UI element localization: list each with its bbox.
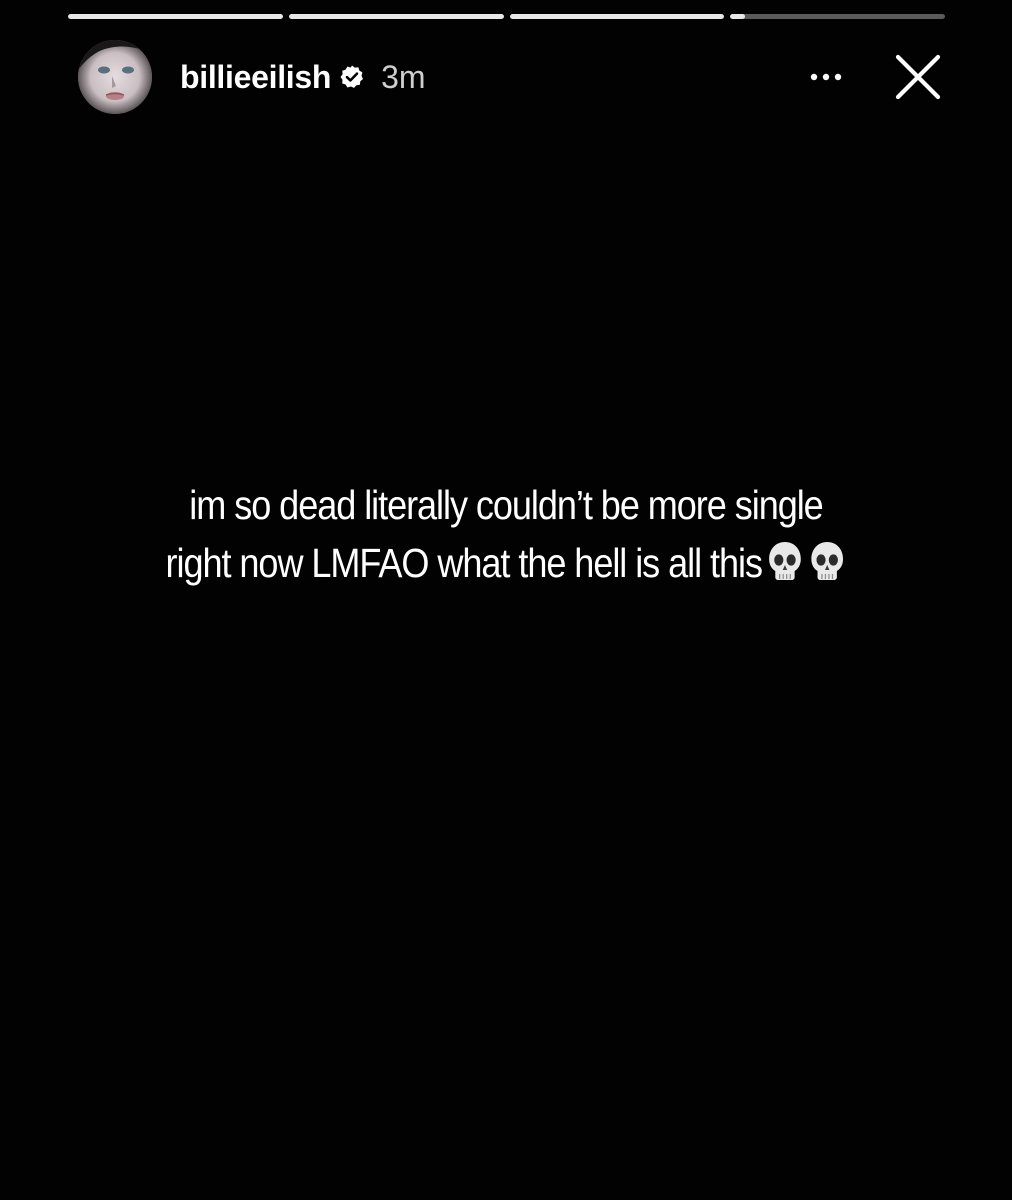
progress-segment: [509, 14, 725, 19]
close-button[interactable]: [892, 51, 944, 103]
skull-icon: [765, 539, 804, 583]
close-icon: [895, 54, 941, 100]
more-options-button[interactable]: [806, 57, 846, 97]
story-header: billieeilish 3m: [78, 40, 944, 114]
progress-fill: [288, 14, 504, 19]
story-viewer: billieeilish 3m im so dead literally cou…: [0, 0, 1012, 1200]
progress-fill: [68, 14, 283, 19]
caption-line-1: im so dead literally couldn’t be more si…: [189, 482, 823, 528]
progress-fill: [509, 14, 725, 19]
more-horizontal-icon: [810, 73, 842, 81]
caption-line-2-text: right now LMFAO what the hell is all thi…: [165, 540, 763, 586]
skull-icon: [808, 539, 847, 583]
verified-badge-icon: [339, 64, 365, 90]
progress-segment: [288, 14, 504, 19]
progress-fill: [730, 14, 746, 19]
avatar-face-icon: [78, 40, 152, 114]
username[interactable]: billieeilish: [180, 59, 331, 96]
post-time: 3m: [381, 58, 426, 95]
progress-segment: [730, 14, 945, 19]
caption-line-2: right now LMFAO what the hell is all thi…: [61, 534, 952, 592]
story-caption: im so dead literally couldn’t be more si…: [61, 476, 952, 592]
progress-segment: [68, 14, 283, 19]
story-progress-bar: [68, 14, 945, 19]
profile-avatar[interactable]: [78, 40, 152, 114]
